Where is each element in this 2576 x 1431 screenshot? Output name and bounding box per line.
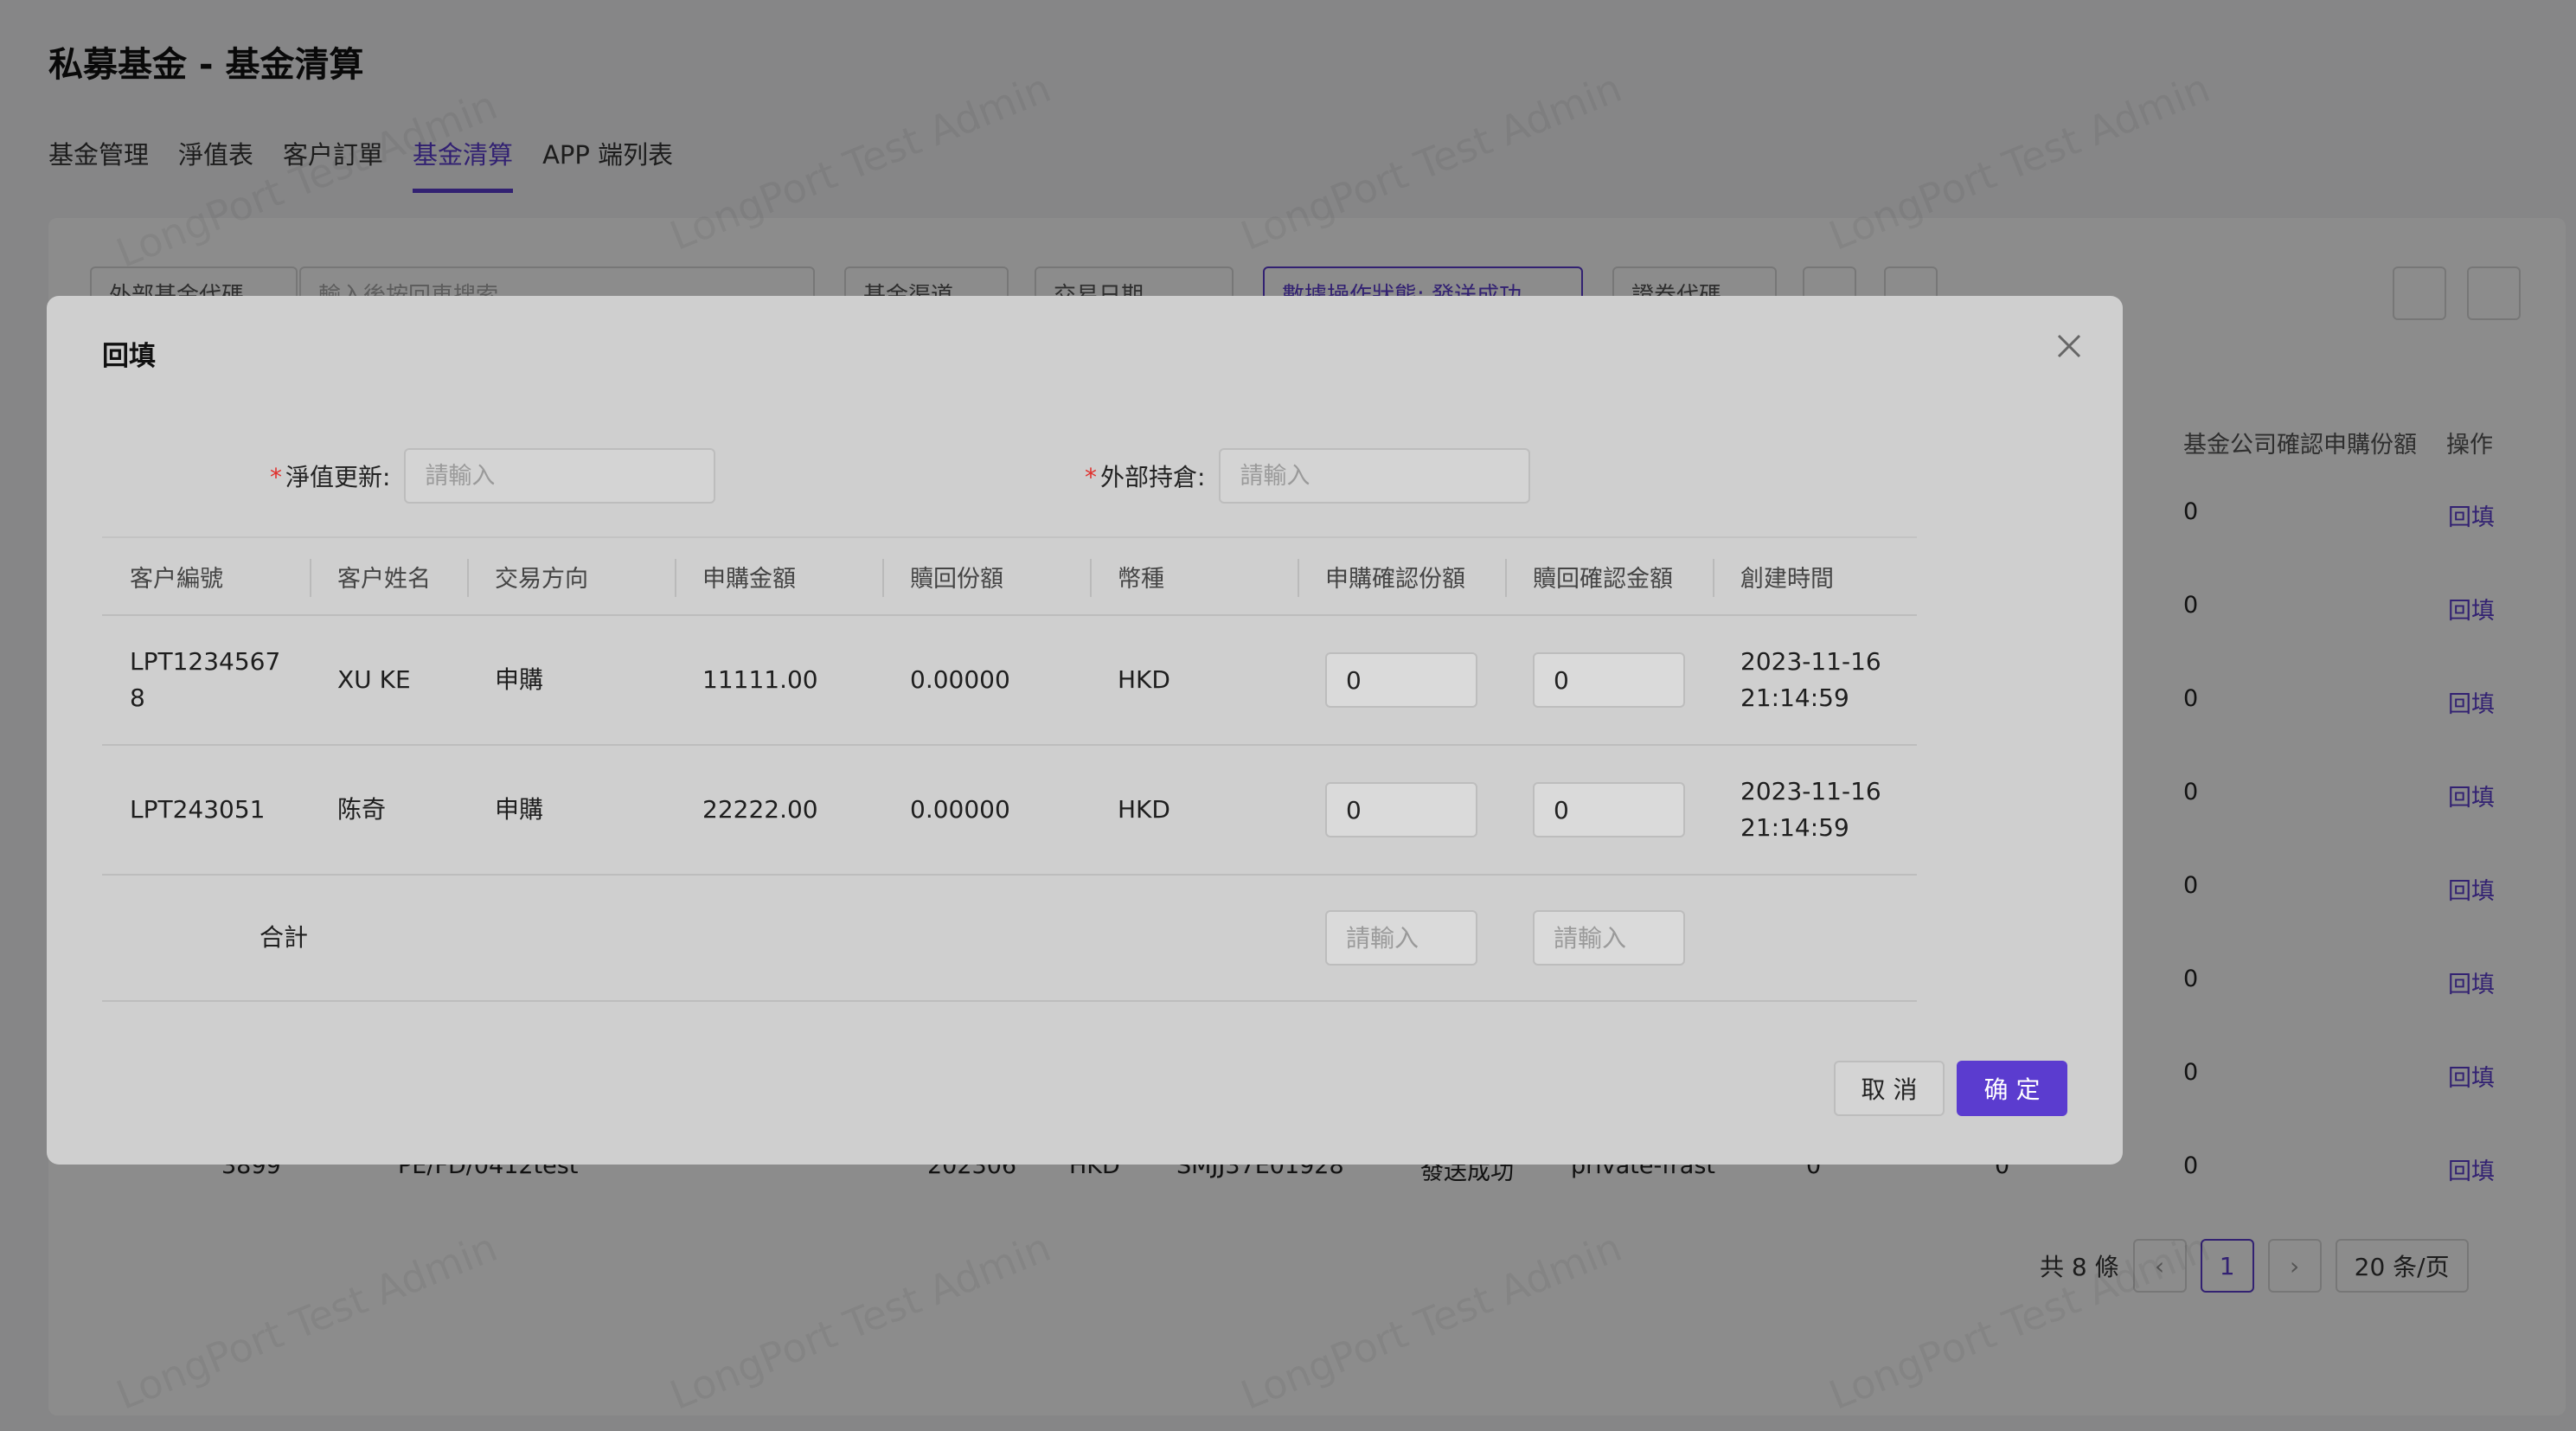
column-header-redeem-shares: 贖回份額 bbox=[882, 538, 1090, 614]
sub-confirm-cell bbox=[1298, 652, 1505, 708]
nav-update-label: * 淨值更新: bbox=[270, 463, 391, 491]
redeem-shares: 0.00000 bbox=[910, 665, 1010, 694]
customer-name: 陈奇 bbox=[337, 795, 387, 824]
customer-id: LPT1234567 8 bbox=[130, 647, 281, 712]
column-header-currency: 幣種 bbox=[1090, 538, 1298, 614]
created-time: 2023-11-16 21:14:59 bbox=[1740, 647, 1881, 712]
nav-update-row: * 淨值更新: bbox=[270, 448, 716, 504]
column-header-sub-confirm: 申購確認份額 bbox=[1298, 538, 1505, 614]
backfill-modal: 回填 *淨值更新: *外部持倉: 客户編號 客户姓名 交易方向 申購金額 贖回份… bbox=[47, 296, 2123, 1165]
column-header-direction: 交易方向 bbox=[467, 538, 675, 614]
backfill-table: 客户編號 客户姓名 交易方向 申購金額 贖回份額 幣種 申購確認份額 贖回確認金… bbox=[102, 536, 1917, 1002]
redeem-confirm-cell bbox=[1505, 652, 1713, 708]
redeem-confirm-input[interactable] bbox=[1533, 652, 1685, 708]
customer-name: XU KE bbox=[337, 665, 411, 694]
total-sub-cell bbox=[1298, 910, 1505, 966]
currency: HKD bbox=[1118, 795, 1170, 824]
table-row: LPT243051 陈奇 申購 22222.00 0.00000 HKD 202… bbox=[102, 746, 1917, 876]
sub-confirm-cell bbox=[1298, 782, 1505, 837]
created-time: 2023-11-16 21:14:59 bbox=[1740, 777, 1881, 842]
close-icon[interactable] bbox=[2050, 327, 2088, 365]
sub-amount: 22222.00 bbox=[702, 795, 818, 824]
trade-direction: 申購 bbox=[495, 665, 544, 694]
external-holding-row: * 外部持倉: bbox=[1085, 448, 1531, 504]
column-header-created: 創建時間 bbox=[1713, 538, 1917, 614]
total-label: 合計 bbox=[260, 923, 309, 952]
total-sub-confirm-input[interactable] bbox=[1325, 910, 1477, 966]
close-icon-glyph bbox=[2057, 334, 2081, 358]
redeem-confirm-input[interactable] bbox=[1533, 782, 1685, 837]
sub-confirm-input[interactable] bbox=[1325, 652, 1477, 708]
trade-direction: 申購 bbox=[495, 795, 544, 824]
redeem-confirm-cell bbox=[1505, 782, 1713, 837]
redeem-shares: 0.00000 bbox=[910, 795, 1010, 824]
confirm-button[interactable]: 确 定 bbox=[1957, 1061, 2067, 1116]
cancel-button[interactable]: 取 消 bbox=[1834, 1061, 1945, 1116]
column-header-customer-id: 客户編號 bbox=[130, 565, 223, 593]
customer-id: LPT243051 bbox=[130, 795, 266, 824]
total-redeem-confirm-input[interactable] bbox=[1533, 910, 1685, 966]
column-header-redeem-confirm: 贖回確認金額 bbox=[1505, 538, 1713, 614]
external-holding-label: * 外部持倉: bbox=[1085, 463, 1206, 491]
column-header-sub-amount: 申購金額 bbox=[675, 538, 882, 614]
modal-title: 回填 bbox=[102, 341, 156, 372]
external-holding-input[interactable] bbox=[1219, 448, 1531, 504]
currency: HKD bbox=[1118, 665, 1170, 694]
total-redeem-cell bbox=[1505, 910, 1713, 966]
total-row: 合計 bbox=[102, 876, 1917, 1002]
sub-amount: 11111.00 bbox=[702, 665, 818, 694]
table-header: 客户編號 客户姓名 交易方向 申購金額 贖回份額 幣種 申購確認份額 贖回確認金… bbox=[102, 536, 1917, 616]
table-row: LPT1234567 8 XU KE 申購 11111.00 0.00000 H… bbox=[102, 616, 1917, 746]
column-header-customer-name: 客户姓名 bbox=[310, 538, 467, 614]
sub-confirm-input[interactable] bbox=[1325, 782, 1477, 837]
nav-update-input[interactable] bbox=[404, 448, 716, 504]
